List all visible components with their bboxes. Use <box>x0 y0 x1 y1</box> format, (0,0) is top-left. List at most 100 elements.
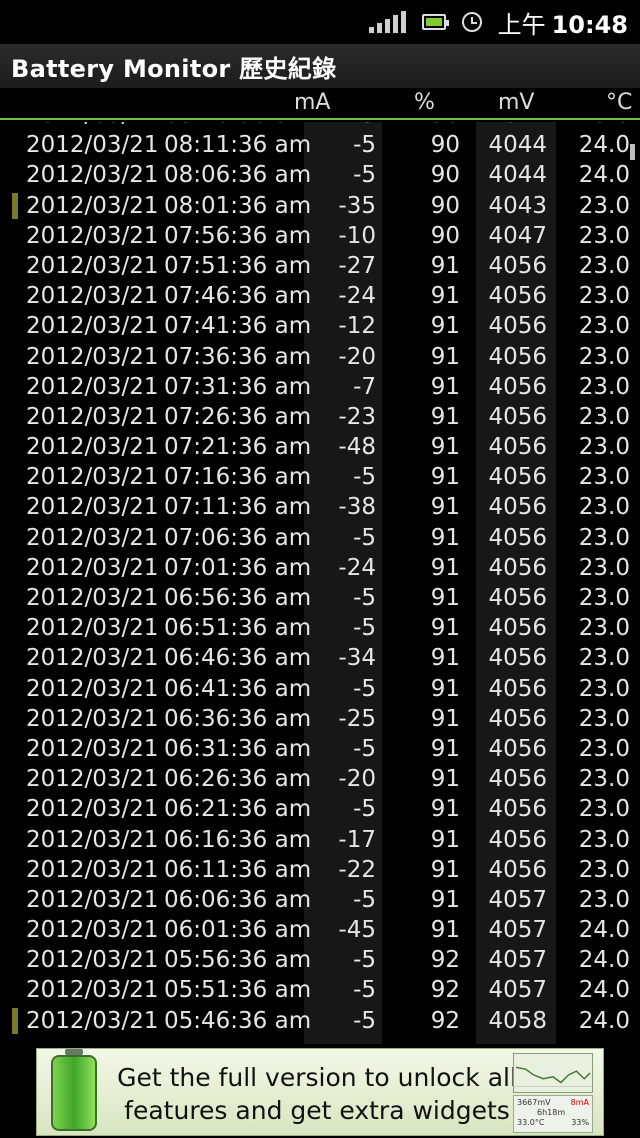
row-percent: 91 <box>430 554 460 581</box>
row-date: 2012/03/21 <box>26 705 159 732</box>
ad-text: Get the full version to unlock all featu… <box>107 1061 527 1127</box>
table-row[interactable]: 2012/03/21 07:01:36 am -24 91 4056 23.0 <box>0 553 640 583</box>
row-temp: 24.0 <box>578 977 630 1004</box>
row-temp: 23.0 <box>578 252 630 279</box>
table-row[interactable]: 2012/03/21 08:16:36 am -5 90 4044 23.0 <box>0 122 640 130</box>
row-ma: -5 <box>353 796 376 823</box>
table-row[interactable]: 2012/03/21 08:01:36 am -35 90 4043 23.0 <box>0 191 640 221</box>
row-ma: -5 <box>353 615 376 642</box>
upgrade-ad-banner[interactable]: Get the full version to unlock all featu… <box>36 1048 604 1136</box>
row-mv: 4056 <box>488 705 547 732</box>
row-date: 2012/03/21 <box>26 403 159 430</box>
table-row[interactable]: 2012/03/21 06:41:36 am -5 91 4056 23.0 <box>0 674 640 704</box>
row-marker <box>12 192 18 219</box>
row-mv: 4056 <box>488 343 547 370</box>
row-time: 08:01:36 am <box>164 192 312 219</box>
row-time: 06:21:36 am <box>164 796 312 823</box>
table-row[interactable]: 2012/03/21 07:06:36 am -5 91 4056 23.0 <box>0 523 640 553</box>
table-row[interactable]: 2012/03/21 06:26:36 am -20 91 4056 23.0 <box>0 764 640 794</box>
widget-percent: 33% <box>571 1118 589 1127</box>
row-time: 06:51:36 am <box>164 615 312 642</box>
row-temp: 24.0 <box>578 947 630 974</box>
row-percent: 92 <box>430 1007 460 1034</box>
table-row[interactable]: 2012/03/21 05:46:36 am -5 92 4058 24.0 <box>0 1006 640 1036</box>
table-row[interactable]: 2012/03/21 05:51:36 am -5 92 4057 24.0 <box>0 975 640 1005</box>
row-percent: 91 <box>430 615 460 642</box>
row-date: 2012/03/21 <box>26 252 159 279</box>
row-ma: -35 <box>338 192 376 219</box>
row-mv: 4057 <box>488 977 547 1004</box>
table-row[interactable]: 2012/03/21 06:21:36 am -5 91 4056 23.0 <box>0 794 640 824</box>
row-mv: 4056 <box>488 585 547 611</box>
header-percent: % <box>414 90 435 115</box>
table-row[interactable]: 2012/03/21 05:56:36 am -5 92 4057 24.0 <box>0 945 640 975</box>
row-mv: 4056 <box>488 735 547 762</box>
row-date: 2012/03/21 <box>26 132 159 159</box>
row-percent: 91 <box>430 585 460 611</box>
table-row[interactable]: 2012/03/21 07:51:36 am -27 91 4056 23.0 <box>0 251 640 281</box>
scrollbar-thumb[interactable] <box>630 144 635 160</box>
mini-stats-widget: 3667mV 8mA 6h18m 33.0°C 33% <box>513 1095 593 1133</box>
table-row[interactable]: 2012/03/21 07:46:36 am -24 91 4056 23.0 <box>0 281 640 311</box>
widget-temp: 33.0°C <box>517 1118 545 1127</box>
row-percent: 91 <box>430 675 460 702</box>
row-date: 2012/03/21 <box>26 464 159 491</box>
row-ma: -22 <box>338 856 376 883</box>
row-mv: 4056 <box>488 645 547 672</box>
row-ma: -5 <box>353 947 376 974</box>
table-row[interactable]: 2012/03/21 06:46:36 am -34 91 4056 23.0 <box>0 643 640 673</box>
table-row[interactable]: 2012/03/21 07:16:36 am -5 91 4056 23.0 <box>0 462 640 492</box>
row-time: 07:16:36 am <box>164 464 312 491</box>
row-ma: -48 <box>338 434 376 461</box>
table-row[interactable]: 2012/03/21 06:11:36 am -22 91 4056 23.0 <box>0 855 640 885</box>
row-temp: 23.0 <box>578 403 630 430</box>
row-time: 05:56:36 am <box>164 947 312 974</box>
row-temp: 23.0 <box>578 524 630 551</box>
row-temp: 23.0 <box>578 735 630 762</box>
row-mv: 4056 <box>488 766 547 793</box>
row-date: 2012/03/21 <box>26 343 159 370</box>
table-row[interactable]: 2012/03/21 06:01:36 am -45 91 4057 24.0 <box>0 915 640 945</box>
row-ma: -5 <box>353 585 376 611</box>
table-row[interactable]: 2012/03/21 07:11:36 am -38 91 4056 23.0 <box>0 492 640 522</box>
table-row[interactable]: 2012/03/21 06:06:36 am -5 91 4057 23.0 <box>0 885 640 915</box>
table-row[interactable]: 2012/03/21 08:11:36 am -5 90 4044 24.0 <box>0 130 640 160</box>
row-mv: 4043 <box>488 192 547 219</box>
clock-ampm: 上午 <box>497 10 546 39</box>
history-table[interactable]: 2012/03/2108:16:36 am-590404423.02012/03… <box>0 122 640 1044</box>
row-temp: 23.0 <box>578 283 630 310</box>
row-date: 2012/03/21 <box>26 585 159 611</box>
row-percent: 91 <box>430 705 460 732</box>
table-row[interactable]: 2012/03/21 07:26:36 am -23 91 4056 23.0 <box>0 402 640 432</box>
row-mv: 4058 <box>488 1007 547 1034</box>
row-percent: 90 <box>430 192 460 219</box>
table-row[interactable]: 2012/03/21 07:41:36 am -12 91 4056 23.0 <box>0 311 640 341</box>
table-row[interactable]: 2012/03/21 07:21:36 am -48 91 4056 23.0 <box>0 432 640 462</box>
row-date: 2012/03/21 <box>26 524 159 551</box>
table-row[interactable]: 2012/03/21 06:16:36 am -17 91 4056 23.0 <box>0 825 640 855</box>
row-date: 2012/03/21 <box>26 222 159 249</box>
row-date: 2012/03/21 <box>26 735 159 762</box>
table-row[interactable]: 2012/03/21 07:31:36 am -7 91 4056 23.0 <box>0 372 640 402</box>
row-temp: 24.0 <box>578 917 630 944</box>
table-row[interactable]: 2012/03/21 07:56:36 am -10 90 4047 23.0 <box>0 221 640 251</box>
row-temp: 23.0 <box>578 615 630 642</box>
row-temp: 24.0 <box>578 132 630 159</box>
table-row[interactable]: 2012/03/21 06:31:36 am -5 91 4056 23.0 <box>0 734 640 764</box>
table-row[interactable]: 2012/03/21 06:36:36 am -25 91 4056 23.0 <box>0 704 640 734</box>
row-percent: 92 <box>430 947 460 974</box>
table-row[interactable]: 2012/03/21 08:06:36 am -5 90 4044 24.0 <box>0 160 640 190</box>
row-temp: 23.0 <box>578 494 630 521</box>
row-ma: -20 <box>338 343 376 370</box>
row-ma: -45 <box>338 917 376 944</box>
row-time: 07:36:36 am <box>164 343 312 370</box>
row-percent: 90 <box>431 122 460 128</box>
table-row[interactable]: 2012/03/21 06:51:36 am -5 91 4056 23.0 <box>0 613 640 643</box>
row-ma: -17 <box>338 826 376 853</box>
row-date: 2012/03/21 <box>26 766 159 793</box>
table-row[interactable]: 2012/03/21 07:36:36 am -20 91 4056 23.0 <box>0 342 640 372</box>
battery-icon <box>421 14 449 30</box>
table-row[interactable]: 2012/03/21 06:56:36 am -5 91 4056 23.0 <box>0 583 640 613</box>
row-temp: 23.0 <box>578 373 630 400</box>
row-mv: 4056 <box>488 252 547 279</box>
